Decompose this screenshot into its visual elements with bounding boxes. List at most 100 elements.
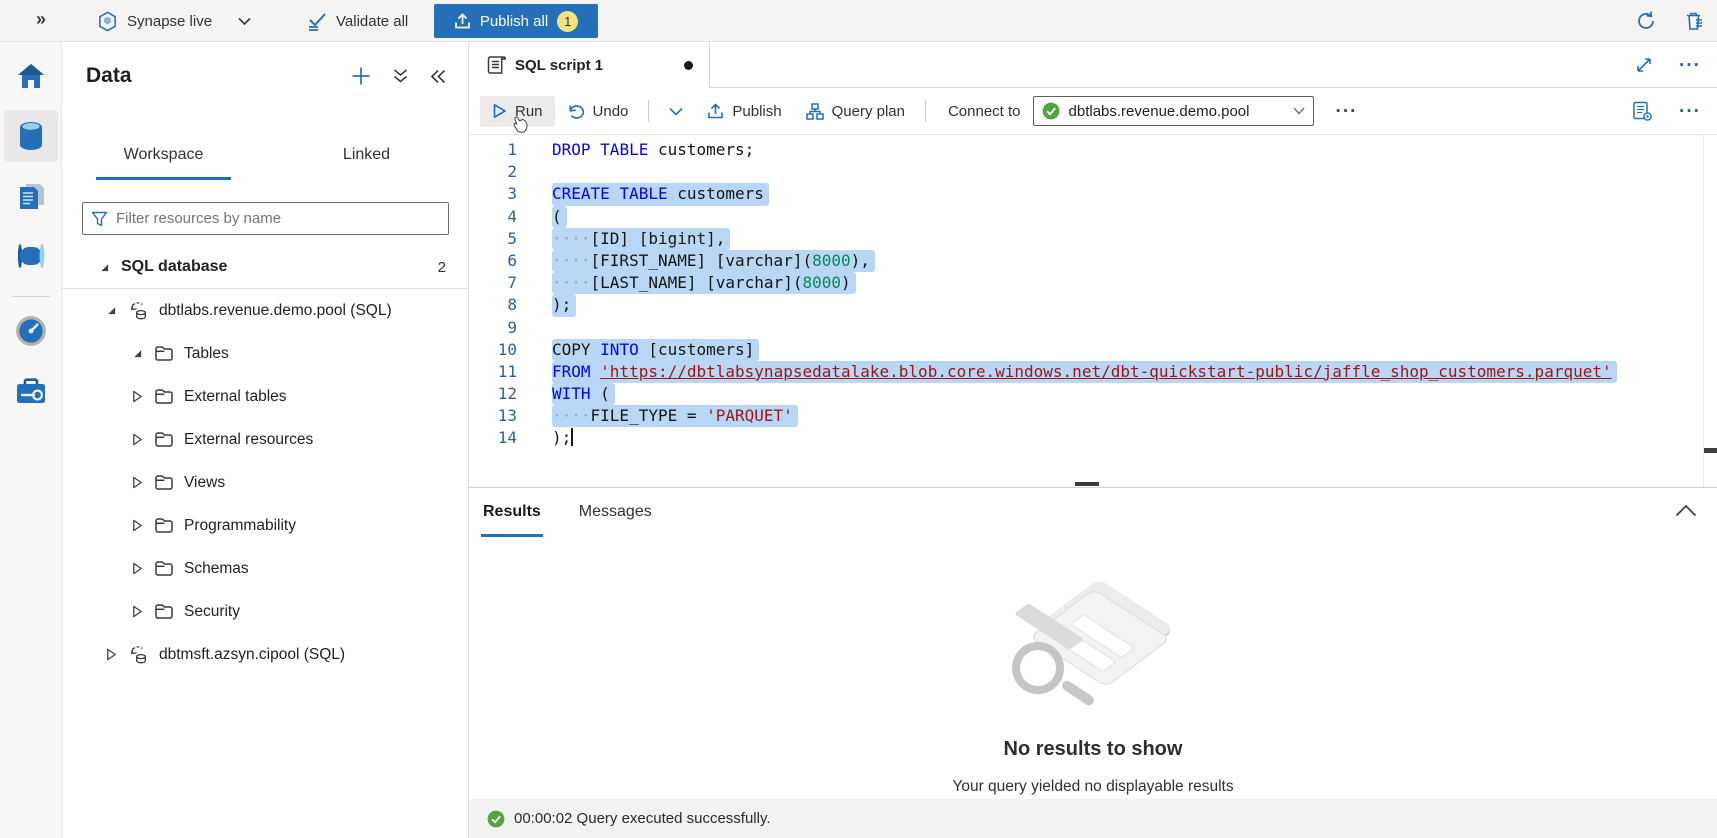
code-line-1[interactable]: 1DROP TABLE customers;: [469, 139, 1717, 161]
run-button[interactable]: Run: [480, 96, 555, 127]
run-label: Run: [515, 103, 543, 120]
chevron-up-icon[interactable]: [1675, 504, 1697, 517]
connected-check-icon: [1042, 102, 1060, 120]
collapse-all-icon[interactable]: [393, 68, 408, 84]
publish-upload-icon: [707, 103, 724, 120]
pool-select-dropdown[interactable]: dbtlabs.revenue.demo.pool: [1033, 96, 1314, 126]
code-line-4[interactable]: 4(: [469, 206, 1717, 228]
tree-item-programmability[interactable]: Programmability: [62, 504, 468, 547]
validate-all-button[interactable]: Validate all: [306, 0, 408, 42]
code-line-11[interactable]: 11FROM 'https://dbtlabsynapsedatalake.bl…: [469, 361, 1717, 383]
tab-messages[interactable]: Messages: [577, 489, 654, 537]
pane-resize-grip[interactable]: [1075, 482, 1099, 486]
properties-icon[interactable]: [1632, 101, 1653, 122]
line-number: 12: [469, 383, 517, 405]
chevron-collapsed-icon[interactable]: [105, 648, 118, 661]
run-options-chevron[interactable]: [657, 100, 695, 123]
editor-overview-ruler[interactable]: [1703, 135, 1717, 487]
code-line-10[interactable]: 10COPY INTO [customers]: [469, 339, 1717, 361]
folder-icon: [154, 603, 174, 620]
query-plan-icon: [806, 103, 824, 120]
tab-results[interactable]: Results: [481, 489, 543, 537]
connect-to-label: Connect to: [948, 103, 1021, 120]
publish-count-badge: 1: [557, 11, 578, 32]
code-line-7[interactable]: 7····[LAST_NAME] [varchar](8000): [469, 272, 1717, 294]
refresh-icon[interactable]: [1634, 9, 1658, 33]
unsaved-dot-icon: [684, 61, 693, 70]
mode-selector[interactable]: Synapse live: [96, 0, 251, 42]
panel-title: Data: [86, 64, 132, 88]
code-line-2[interactable]: 2: [469, 161, 1717, 183]
tab-linked[interactable]: Linked: [299, 146, 434, 180]
chevron-collapsed-icon[interactable]: [131, 562, 144, 575]
tree-item-dbtmsft-azsyn-cipool-sql[interactable]: dbtmsft.azsyn.cipool (SQL): [62, 633, 468, 676]
chevron-collapsed-icon[interactable]: [131, 605, 144, 618]
tree-item-views[interactable]: Views: [62, 461, 468, 504]
publish-all-button[interactable]: Publish all 1: [434, 4, 598, 38]
tree-item-label: dbtlabs.revenue.demo.pool (SQL): [159, 302, 392, 320]
tree-item-tables[interactable]: Tables: [62, 332, 468, 375]
filter-input[interactable]: [116, 210, 440, 227]
ruler-cursor-mark: [1704, 448, 1717, 453]
tree-item-security[interactable]: Security: [62, 590, 468, 633]
publish-label: Publish: [732, 103, 781, 120]
text-cursor: [571, 428, 573, 446]
discard-icon[interactable]: [1682, 9, 1706, 33]
code-line-6[interactable]: 6····[FIRST_NAME] [varchar](8000),: [469, 250, 1717, 272]
pool-icon: [128, 644, 149, 665]
chevron-collapsed-icon[interactable]: [131, 519, 144, 532]
chevron-expanded-icon[interactable]: [131, 348, 144, 359]
resource-tree: SQL database2 dbtlabs.revenue.demo.pool (…: [62, 246, 468, 676]
add-icon[interactable]: [351, 66, 371, 86]
mode-label: Synapse live: [127, 13, 212, 30]
tab-sql-script-1[interactable]: SQL script 1: [469, 42, 710, 88]
query-plan-label: Query plan: [832, 103, 905, 120]
publish-button[interactable]: Publish: [695, 96, 793, 127]
chevron-collapsed-icon[interactable]: [131, 390, 144, 403]
tab-workspace[interactable]: Workspace: [96, 146, 231, 180]
folder-icon: [154, 388, 174, 405]
tree-item-schemas[interactable]: Schemas: [62, 547, 468, 590]
code-line-9[interactable]: 9: [469, 317, 1717, 339]
line-number: 5: [469, 228, 517, 250]
nav-monitor-button[interactable]: [4, 305, 58, 357]
code-line-14[interactable]: 14);: [469, 427, 1717, 449]
chevron-down-icon: [669, 107, 683, 116]
code-line-5[interactable]: 5····[ID] [bigint],: [469, 228, 1717, 250]
database-icon: [17, 121, 45, 151]
code-line-8[interactable]: 8);: [469, 294, 1717, 316]
no-results-illustration: [1008, 584, 1178, 714]
nav-develop-button[interactable]: [4, 170, 58, 222]
rail-divider: [12, 296, 50, 297]
nav-integrate-button[interactable]: [4, 230, 58, 282]
tree-item-dbtlabs-revenue-demo-pool-sql[interactable]: dbtlabs.revenue.demo.pool (SQL): [62, 289, 468, 332]
nav-data-button[interactable]: [4, 110, 58, 162]
undo-button[interactable]: Undo: [555, 96, 641, 127]
tab-more-icon[interactable]: ···: [1679, 56, 1701, 75]
nav-home-button[interactable]: [4, 50, 58, 102]
filter-box: [82, 202, 449, 235]
sql-code-editor[interactable]: 1DROP TABLE customers;23CREATE TABLE cus…: [469, 135, 1717, 487]
editor-tab-strip: SQL script 1 ···: [469, 42, 1717, 88]
chevron-collapsed-icon[interactable]: [131, 433, 144, 446]
tree-item-sql-database[interactable]: SQL database2: [62, 246, 468, 289]
code-line-3[interactable]: 3CREATE TABLE customers: [469, 183, 1717, 205]
collapse-pane-icon[interactable]: [430, 69, 446, 84]
tree-item-external-tables[interactable]: External tables: [62, 375, 468, 418]
expand-editor-icon[interactable]: [1635, 56, 1653, 74]
code-line-13[interactable]: 13····FILE_TYPE = 'PARQUET': [469, 405, 1717, 427]
data-explorer-panel: Data Workspace Linked SQL database2 dbtla…: [62, 42, 469, 838]
tree-item-label: External resources: [184, 431, 313, 449]
tree-item-external-resources[interactable]: External resources: [62, 418, 468, 461]
chevron-expanded-icon[interactable]: [105, 305, 118, 316]
code-line-12[interactable]: 12WITH (: [469, 383, 1717, 405]
editor-more-icon[interactable]: ···: [1679, 102, 1701, 121]
expand-panel-icon[interactable]: »: [36, 9, 46, 30]
folder-icon: [154, 431, 174, 448]
chevron-collapsed-icon[interactable]: [131, 476, 144, 489]
nav-manage-button[interactable]: [4, 365, 58, 417]
chevron-expanded-icon[interactable]: [98, 262, 111, 273]
query-plan-button[interactable]: Query plan: [794, 96, 917, 127]
tree-item-label: Schemas: [184, 560, 249, 578]
toolbar-more-icon[interactable]: ···: [1336, 102, 1358, 121]
